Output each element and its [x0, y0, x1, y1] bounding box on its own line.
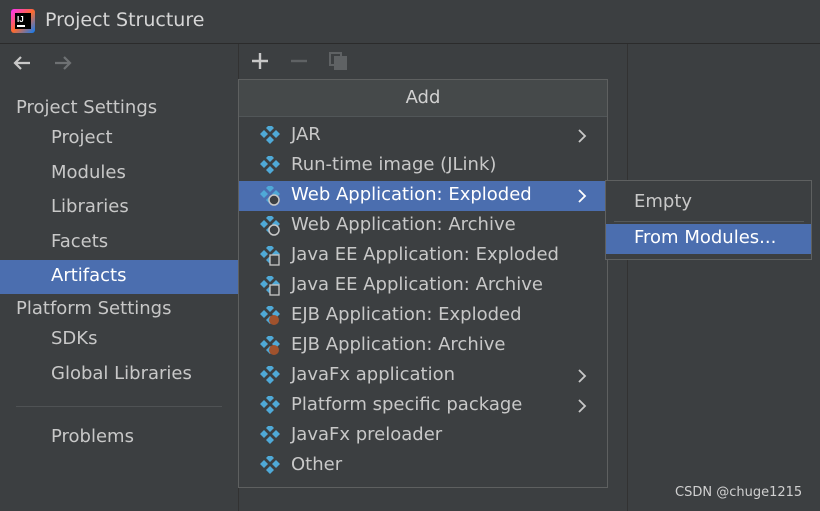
web-archive-icon [260, 216, 280, 236]
web-exploded-submenu: Empty From Modules... [605, 180, 812, 260]
menu-item-javaee-application-exploded[interactable]: Java EE Application: Exploded [239, 241, 607, 271]
platform-settings-header: Platform Settings [16, 298, 172, 319]
submenu-item-label: Empty [634, 191, 693, 212]
menu-item-label: Java EE Application: Archive [291, 274, 543, 295]
add-popup-menu: Add JAR Run-time image (JLink) Web Applica… [238, 79, 608, 488]
chevron-right-icon [578, 369, 587, 383]
sidebar-item-artifacts[interactable]: Artifacts [0, 260, 238, 294]
details-panel [628, 44, 820, 511]
chevron-right-icon [578, 399, 587, 413]
sidebar-item-libraries[interactable]: Libraries [0, 191, 238, 225]
menu-item-jar[interactable]: JAR [239, 121, 607, 151]
chevron-right-icon [578, 189, 587, 203]
plus-icon[interactable] [249, 50, 271, 72]
package-icon [260, 396, 280, 414]
menu-item-javafx-application[interactable]: JavaFx application [239, 361, 607, 391]
sidebar-item-label: SDKs [51, 328, 98, 349]
sidebar-item-global-libraries[interactable]: Global Libraries [0, 358, 238, 392]
menu-item-label: Other [291, 454, 343, 475]
chevron-right-icon [578, 129, 587, 143]
menu-item-label: Run-time image (JLink) [291, 154, 497, 175]
menu-item-platform-specific-package[interactable]: Platform specific package [239, 391, 607, 421]
sidebar-item-label: Global Libraries [51, 363, 192, 384]
watermark: CSDN @chuge1215 [675, 485, 803, 500]
sidebar-item-label: Modules [51, 162, 126, 183]
menu-item-label: JavaFx preloader [291, 424, 443, 445]
submenu-item-empty[interactable]: Empty [606, 188, 811, 218]
menu-item-runtime-image-jlink[interactable]: Run-time image (JLink) [239, 151, 607, 181]
title-bar: IJ Project Structure [0, 0, 820, 44]
sidebar-divider [16, 406, 222, 407]
copy-icon[interactable] [327, 50, 349, 72]
menu-item-label: EJB Application: Exploded [291, 304, 522, 325]
menu-item-label: Platform specific package [291, 394, 523, 415]
sidebar-item-problems[interactable]: Problems [0, 421, 238, 455]
menu-item-web-application-archive[interactable]: Web Application: Archive [239, 211, 607, 241]
sidebar-item-modules[interactable]: Modules [0, 157, 238, 191]
jlink-icon [260, 156, 280, 174]
project-settings-header: Project Settings [16, 97, 158, 118]
sidebar-item-label: Artifacts [51, 265, 127, 286]
jar-icon [260, 126, 280, 144]
menu-item-ejb-application-exploded[interactable]: EJB Application: Exploded [239, 301, 607, 331]
javaee-archive-icon [260, 276, 280, 296]
submenu-separator [614, 221, 804, 222]
menu-item-javafx-preloader[interactable]: JavaFx preloader [239, 421, 607, 451]
sidebar-item-label: Problems [51, 426, 134, 447]
submenu-item-from-modules[interactable]: From Modules... [606, 224, 811, 254]
javaee-exploded-icon [260, 246, 280, 266]
menu-item-label: JavaFx application [291, 364, 456, 385]
menu-item-ejb-application-archive[interactable]: EJB Application: Archive [239, 331, 607, 361]
minus-icon[interactable] [288, 50, 310, 72]
menu-item-label: Web Application: Exploded [291, 184, 532, 205]
sidebar-item-facets[interactable]: Facets [0, 226, 238, 260]
logo-text: IJ [17, 15, 24, 24]
menu-item-label: EJB Application: Archive [291, 334, 506, 355]
menu-item-other[interactable]: Other [239, 451, 607, 481]
sidebar-item-label: Facets [51, 231, 109, 252]
preloader-icon [260, 426, 280, 444]
popup-header: Add [239, 80, 607, 117]
back-arrow-icon[interactable] [11, 52, 33, 74]
sidebar-item-label: Project [51, 127, 113, 148]
ejb-exploded-icon [260, 306, 280, 325]
menu-item-label: Web Application: Archive [291, 214, 516, 235]
submenu-item-label: From Modules... [634, 227, 777, 248]
ejb-archive-icon [260, 336, 280, 355]
web-exploded-icon [260, 186, 280, 206]
menu-item-label: JAR [291, 124, 321, 145]
menu-item-javaee-application-archive[interactable]: Java EE Application: Archive [239, 271, 607, 301]
popup-title: Add [405, 87, 441, 108]
menu-item-label: Java EE Application: Exploded [291, 244, 559, 265]
intellij-logo-icon: IJ [11, 9, 35, 33]
other-icon [260, 456, 280, 474]
sidebar-item-project[interactable]: Project [0, 122, 238, 156]
forward-arrow-icon[interactable] [52, 52, 74, 74]
artifacts-toolbar [239, 44, 627, 78]
window-title: Project Structure [45, 9, 205, 31]
sidebar-item-label: Libraries [51, 196, 129, 217]
sidebar-item-sdks[interactable]: SDKs [0, 323, 238, 357]
menu-item-web-application-exploded[interactable]: Web Application: Exploded [239, 181, 607, 211]
javafx-icon [260, 366, 280, 384]
sidebar: Project Settings Project Modules Librari… [0, 44, 239, 511]
